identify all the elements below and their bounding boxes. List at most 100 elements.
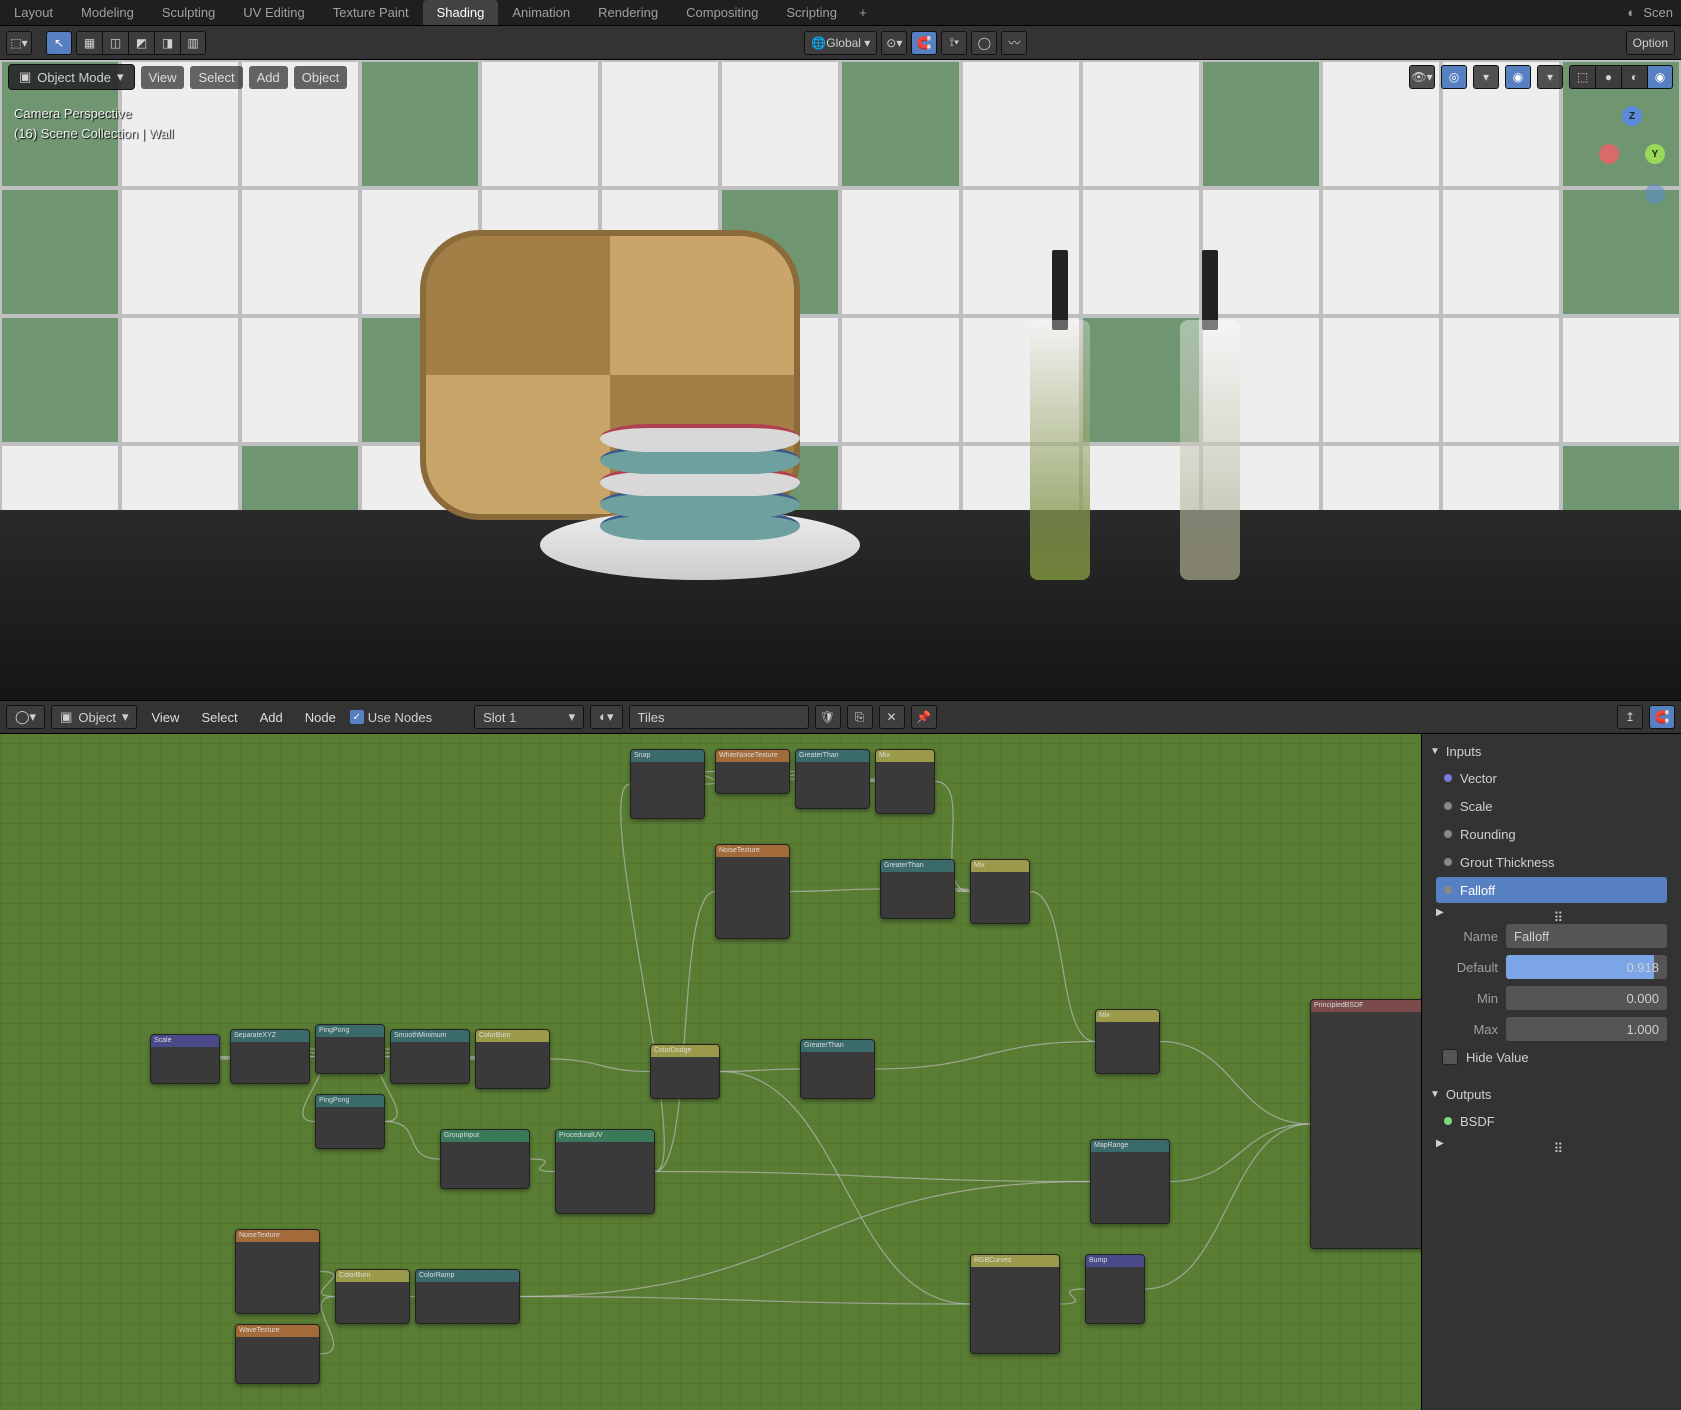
xray-toggle-icon[interactable]: ◉ [1505,65,1531,89]
node-mix3[interactable]: Mix [1095,1009,1160,1074]
node-mix1[interactable]: Mix [875,749,935,814]
material-browse-icon[interactable]: ◐▾ [590,705,622,729]
node-canvas[interactable]: Tiles/Tiles ScaleSeparateXYZPingPongPing… [0,734,1421,1410]
node-snap[interactable]: Snap [630,749,705,819]
ne-menu-select[interactable]: Select [193,706,245,729]
new-material-icon[interactable]: ⎘ [847,705,873,729]
overlay-toggle-icon[interactable]: ◎ [1441,65,1467,89]
select-lasso-icon[interactable]: ◩ [128,31,154,55]
shading-matprev-icon[interactable]: ◐ [1621,65,1647,89]
node-mix2[interactable]: Mix [970,859,1030,924]
fake-user-icon[interactable]: 🛡 [815,705,841,729]
snap-mode-icon[interactable]: ⟟▾ [941,31,967,55]
xray-dd-icon[interactable]: ▾ [1537,65,1563,89]
prop-min-field[interactable]: 0.000 [1506,986,1667,1010]
workspace-tab-shading[interactable]: Shading [423,0,499,25]
workspace-tab-scripting[interactable]: Scripting [772,0,851,25]
node-noise[interactable]: NoiseTexture [715,844,790,939]
node-pp2[interactable]: PingPong [315,1094,385,1149]
outputs-header[interactable]: ▼ Outputs [1430,1083,1673,1106]
socket-bsdf[interactable]: BSDF [1436,1108,1667,1134]
node-noise2[interactable]: NoiseTexture [235,1229,320,1314]
expand-icon[interactable]: ▶ [1436,907,1444,918]
nav-gizmo[interactable]: Z Y [1597,106,1667,226]
axis-y-icon[interactable]: Y [1645,144,1665,164]
menu-view[interactable]: View [141,66,185,89]
transform-orientation[interactable]: 🌐 Global ▾ [804,31,877,55]
add-workspace-icon[interactable]: + [851,5,875,20]
workspace-tab-animation[interactable]: Animation [498,0,584,25]
select-box-icon[interactable]: ▦ [76,31,102,55]
node-smin[interactable]: SmoothMinimum [390,1029,470,1084]
viewport-3d[interactable]: ▣ Object Mode ▾ View Select Add Object 👁… [0,60,1681,700]
snap-toggle-icon[interactable]: 🧲 [911,31,937,55]
unlink-icon[interactable]: ✕ [879,705,905,729]
menu-add[interactable]: Add [249,66,288,89]
node-cburn2[interactable]: ColorBurn [335,1269,410,1324]
node-cr[interactable]: ColorRamp [415,1269,520,1324]
workspace-tab-layout[interactable]: Layout [0,0,67,25]
cursor-icon[interactable]: ↖ [46,31,72,55]
overlay-dd-icon[interactable]: ▾ [1473,65,1499,89]
shading-wire-icon[interactable]: ⬚ [1569,65,1595,89]
shading-solid-icon[interactable]: ● [1595,65,1621,89]
prop-max-field[interactable]: 1.000 [1506,1017,1667,1041]
node-cdodge[interactable]: ColorDodge [650,1044,720,1099]
node-bsdf[interactable]: PrincipledBSDF [1310,999,1421,1249]
node-gt2[interactable]: GreaterThan [880,859,955,919]
select-circle-icon[interactable]: ◫ [102,31,128,55]
snap-node-icon[interactable]: 🧲 [1649,705,1675,729]
inputs-header[interactable]: ▼ Inputs [1430,740,1673,763]
select-tweak-icon[interactable]: ◨ [154,31,180,55]
node-wn[interactable]: WhiteNoiseTexture [715,749,790,794]
node-scale[interactable]: Scale [150,1034,220,1084]
parent-node-icon[interactable]: ↥ [1617,705,1643,729]
node-grpin[interactable]: GroupInput [440,1129,530,1189]
editor-type-icon[interactable]: ⬚▾ [6,31,32,55]
pin-icon[interactable]: 📌 [911,705,937,729]
node-sepxyz[interactable]: SeparateXYZ [230,1029,310,1084]
axis-z-icon[interactable]: Z [1622,106,1642,126]
workspace-tab-rendering[interactable]: Rendering [584,0,672,25]
node-bump[interactable]: Bump [1085,1254,1145,1324]
workspace-tab-sculpting[interactable]: Sculpting [148,0,229,25]
node-cburn[interactable]: ColorBurn [475,1029,550,1089]
prop-name-field[interactable]: Falloff [1506,924,1667,948]
slot-dropdown[interactable]: Slot 1▾ [474,705,584,729]
grip-icon[interactable]: ⠿ [1554,910,1564,916]
axis-neg-icon[interactable] [1645,184,1665,204]
select-extra-icon[interactable]: ▥ [180,31,206,55]
node-gt1[interactable]: GreaterThan [795,749,870,809]
socket-rounding[interactable]: Rounding [1436,821,1667,847]
grip-icon[interactable]: ⠿ [1554,1141,1564,1147]
node-wave[interactable]: WaveTexture [235,1324,320,1384]
options-button[interactable]: Option [1626,31,1675,55]
socket-scale[interactable]: Scale [1436,793,1667,819]
workspace-tab-compositing[interactable]: Compositing [672,0,772,25]
mode-dropdown[interactable]: ▣ Object Mode ▾ [8,64,135,90]
ne-menu-add[interactable]: Add [252,706,291,729]
node-editor-type[interactable]: ◯▾ [6,705,45,729]
menu-select[interactable]: Select [190,66,242,89]
workspace-tab-uv-editing[interactable]: UV Editing [229,0,318,25]
node-gt3[interactable]: GreaterThan [800,1039,875,1099]
ne-menu-node[interactable]: Node [297,706,344,729]
workspace-tab-texture-paint[interactable]: Texture Paint [319,0,423,25]
node-rgbcurve[interactable]: RGBCurves [970,1254,1060,1354]
socket-falloff[interactable]: Falloff [1436,877,1667,903]
auto-smooth-icon[interactable]: ◐ [1628,5,1636,20]
node-maprng[interactable]: MapRange [1090,1139,1170,1224]
prop-edit-icon[interactable]: ◯ [971,31,997,55]
axis-x-icon[interactable] [1599,144,1619,164]
socket-vector[interactable]: Vector [1436,765,1667,791]
shading-render-icon[interactable]: ◉ [1647,65,1673,89]
material-name-field[interactable]: Tiles [629,705,809,729]
menu-object[interactable]: Object [294,66,348,89]
node-pp1[interactable]: PingPong [315,1024,385,1074]
prop-default-field[interactable]: 0.918 [1506,955,1667,979]
node-procuv[interactable]: ProceduralUV [555,1129,655,1214]
ne-menu-view[interactable]: View [143,706,187,729]
expand-icon[interactable]: ▶ [1436,1138,1444,1149]
socket-grout-thickness[interactable]: Grout Thickness [1436,849,1667,875]
use-nodes-toggle[interactable]: ✓ Use Nodes [350,710,432,725]
